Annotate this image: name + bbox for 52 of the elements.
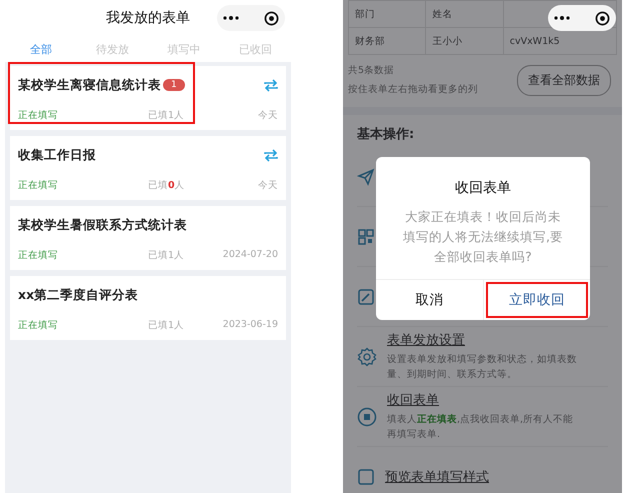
tab[interactable]: 全部 xyxy=(5,42,76,56)
form-card[interactable]: 收集工作日报 正在填写 已填0人 今天 xyxy=(10,136,286,200)
more-icon[interactable] xyxy=(554,16,570,20)
filled-count: 已填 1人 xyxy=(147,319,186,332)
form-card[interactable]: xx第二季度自评分表 正在填写 已填 1人 2023-06-19 xyxy=(10,276,286,340)
send-icon xyxy=(357,168,375,186)
form-title: 收集工作日报 xyxy=(18,146,96,164)
preview-icon xyxy=(357,468,375,486)
edit-icon xyxy=(357,288,375,306)
form-title: xx第二季度自评分表 xyxy=(18,286,138,304)
record-count: 共5条数据 xyxy=(348,64,396,78)
form-title: 某校学生暑假联系方式统计表 xyxy=(18,216,187,234)
stop-icon xyxy=(357,406,377,426)
column-header: 姓名 xyxy=(432,8,452,20)
form-status: 正在填写 xyxy=(18,109,59,122)
form-status: 正在填写 xyxy=(18,249,59,262)
filled-count: 已填0人 xyxy=(147,179,186,192)
confirm-button[interactable]: 立即收回 xyxy=(484,280,590,320)
action-title[interactable]: 收回表单 xyxy=(387,391,582,409)
form-title: 某校学生离寝信息统计表 xyxy=(18,76,161,94)
more-icon[interactable] xyxy=(223,16,239,20)
page-title: 我发放的表单 xyxy=(106,9,190,27)
table-cell: 财务部 xyxy=(355,36,385,46)
section-title: 基本操作: xyxy=(357,126,416,144)
action-description: 设置表单发放和填写参数和状态，如填表数量、到期时间、联系方式等。 xyxy=(387,353,578,382)
scroll-hint: 按住表单左右拖动看更多的列 xyxy=(348,83,478,97)
qr-code-icon xyxy=(357,228,375,246)
table-cell: cvVxW1k5 xyxy=(510,36,560,46)
view-all-button[interactable]: 查看全部数据 xyxy=(517,64,611,96)
settings-icon xyxy=(357,346,377,366)
close-icon[interactable] xyxy=(595,10,610,26)
count-badge: 1 xyxy=(163,79,185,91)
filled-count: 已填 1人 xyxy=(147,109,186,122)
sync-icon[interactable] xyxy=(264,78,278,92)
dialog-title: 收回表单 xyxy=(454,179,512,197)
filled-count: 已填 1人 xyxy=(147,249,186,262)
table-cell: 王小小 xyxy=(432,36,462,46)
form-status: 正在填写 xyxy=(18,319,59,332)
action-title[interactable]: 表单发放设置 xyxy=(387,331,582,349)
form-date: 今天 xyxy=(258,109,278,122)
action-title[interactable]: 预览表单填写样式 xyxy=(385,468,489,486)
cancel-button[interactable]: 取消 xyxy=(376,280,484,320)
form-date: 2023-06-19 xyxy=(222,319,278,332)
column-header: 部门 xyxy=(355,8,375,20)
action-description: 填表人正在填表,点我收回表单,所有人不能再填写表单. xyxy=(387,413,574,442)
dialog-message: 大家正在填表！收回后尚未填写的人将无法继续填写,要全部收回表单吗? xyxy=(402,208,564,266)
close-icon[interactable] xyxy=(264,10,279,26)
sync-icon[interactable] xyxy=(264,148,278,162)
form-date: 今天 xyxy=(258,179,278,192)
form-status: 正在填写 xyxy=(18,179,59,192)
form-card[interactable]: 某校学生暑假联系方式统计表 正在填写 已填 1人 2024-07-20 xyxy=(10,206,286,270)
form-date: 2024-07-20 xyxy=(222,249,278,262)
